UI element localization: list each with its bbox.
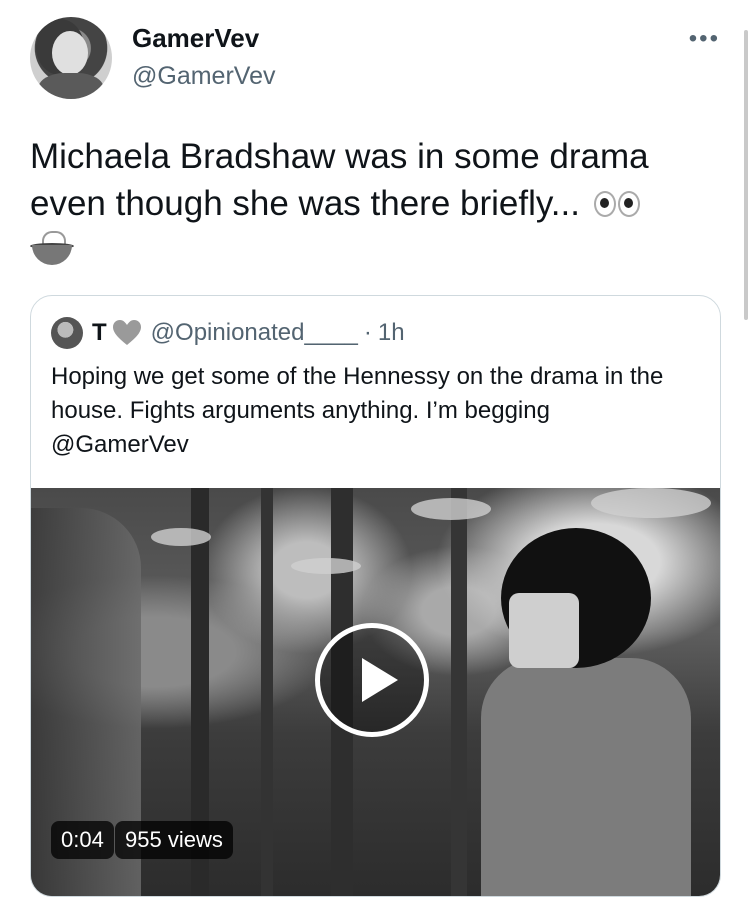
tweet-text: Michaela Bradshaw was in some drama even… [30,137,649,223]
avatar[interactable] [30,17,112,99]
video-frame-person-face [509,593,579,668]
video-frame-tree [451,488,467,896]
more-options-icon[interactable]: ••• [689,25,720,53]
video-frame-foliage [411,498,491,520]
video-views-badge: 955 views [115,821,233,859]
quoted-timestamp[interactable]: 1h [378,319,405,347]
quoted-tweet-header: T @Opinionated____ · 1h [51,316,405,350]
video-frame-tree [261,488,273,896]
author-display-name[interactable]: GamerVev [132,23,259,54]
quoted-avatar[interactable] [51,317,83,349]
heart-icon [112,320,141,345]
tweet-header: GamerVev @GamerVev ••• [30,17,730,103]
play-icon [362,658,398,702]
video-player[interactable]: 0:04 955 views [31,488,720,896]
quoted-name[interactable]: T [92,319,107,347]
video-frame-foliage [151,528,211,546]
eyes-emoji-icon [593,182,642,229]
tea-emoji-icon [30,231,74,267]
video-duration-badge: 0:04 [51,821,114,859]
video-frame-person-coat [481,658,691,896]
video-frame-foliage [591,488,711,518]
scrollbar[interactable] [744,30,748,320]
tweet-body: Michaela Bradshaw was in some drama even… [30,133,720,267]
author-handle[interactable]: @GamerVev [132,62,275,91]
play-button[interactable] [315,623,429,737]
separator-dot: · [363,319,372,346]
quoted-tweet[interactable]: T @Opinionated____ · 1h Hoping we get so… [30,295,721,897]
avatar-face [52,31,88,75]
quoted-handle[interactable]: @Opinionated____ [151,319,358,347]
video-frame-foliage [291,558,361,574]
quoted-tweet-text: Hoping we get some of the Hennessy on th… [51,363,664,458]
avatar-body [38,73,104,99]
